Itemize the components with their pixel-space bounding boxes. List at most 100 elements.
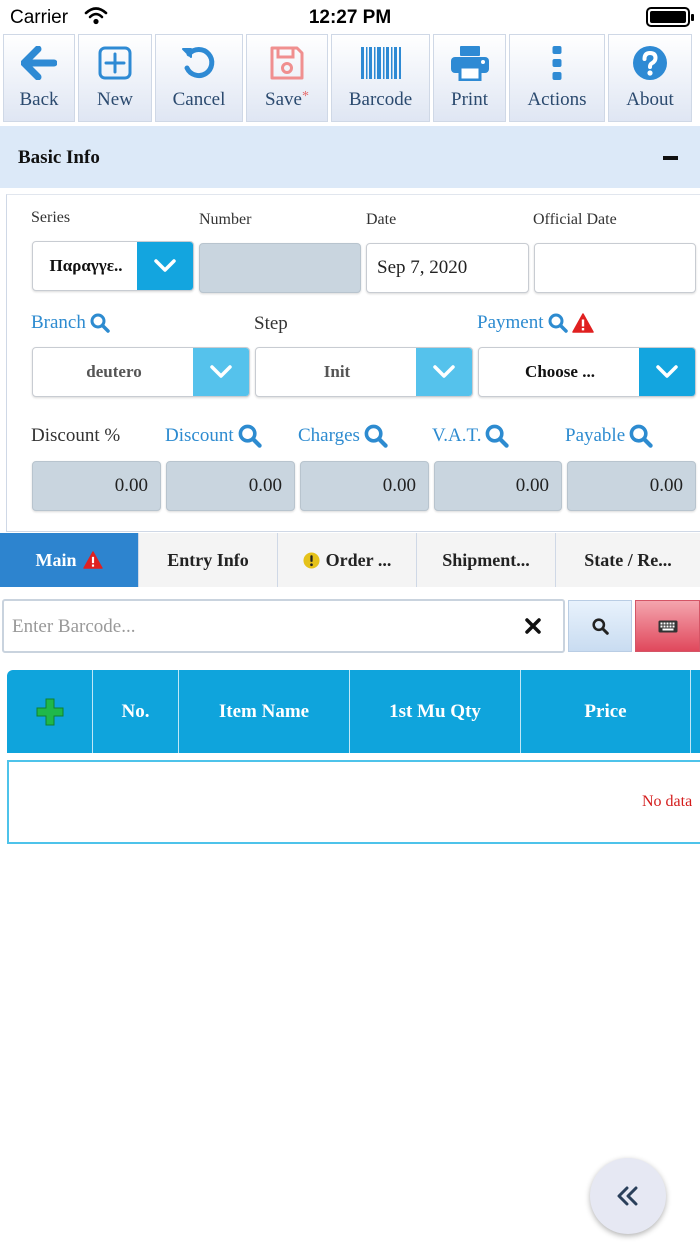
- barcode-label: Barcode: [348, 89, 413, 110]
- discount-lookup[interactable]: Discount: [165, 424, 262, 448]
- new-label: New: [97, 89, 133, 110]
- charges-lookup[interactable]: Charges: [298, 424, 388, 448]
- clock: 12:27 PM: [308, 7, 392, 28]
- actions-button[interactable]: Actions: [509, 34, 605, 122]
- toolbar: Back New Cancel Save* Barcode Print Acti…: [0, 34, 700, 124]
- number-label: Number: [199, 211, 252, 228]
- charges-value: 0.00: [382, 475, 416, 496]
- chevron-down-icon[interactable]: [137, 242, 193, 290]
- collapse-menu-button[interactable]: [590, 1158, 666, 1234]
- column-header[interactable]: No.: [93, 670, 179, 753]
- arrow-left-icon: [21, 43, 57, 83]
- payable-field: 0.00: [567, 461, 696, 511]
- official-date-field[interactable]: [534, 243, 696, 293]
- barcode-button[interactable]: Barcode: [331, 34, 430, 122]
- discount-value: 0.00: [248, 475, 282, 496]
- step-select[interactable]: Init: [255, 347, 473, 397]
- search-icon: [238, 424, 262, 448]
- unsaved-mark: *: [301, 89, 309, 104]
- about-button[interactable]: About: [608, 34, 692, 122]
- barcode-icon: [360, 43, 402, 83]
- step-label: Step: [254, 313, 288, 334]
- date-value: Sep 7, 2020: [377, 257, 468, 278]
- basic-info-header[interactable]: Basic Info: [0, 126, 700, 188]
- cancel-button[interactable]: Cancel: [155, 34, 243, 122]
- clear-icon[interactable]: [525, 618, 541, 639]
- vat-lookup[interactable]: V.A.T.: [432, 424, 510, 448]
- keyboard-button[interactable]: [635, 600, 700, 652]
- double-chevron-left-icon: [617, 1186, 638, 1206]
- payment-label: Payment: [477, 312, 544, 333]
- tab-shipment[interactable]: Shipment...: [417, 533, 556, 587]
- search-icon: [364, 424, 388, 448]
- vertical-dots-icon: [551, 43, 563, 83]
- search-icon: [629, 424, 653, 448]
- discount-pct-field: 0.00: [32, 461, 161, 511]
- step-value: Init: [323, 362, 351, 381]
- column-header[interactable]: 1st Mu Qty: [350, 670, 521, 753]
- undo-icon: [180, 43, 218, 83]
- actions-label: Actions: [527, 89, 587, 110]
- tab-main[interactable]: Main: [0, 533, 139, 587]
- date-field[interactable]: Sep 7, 2020: [366, 243, 529, 293]
- search-icon: [486, 424, 510, 448]
- exclamation-circle-icon: [303, 551, 320, 569]
- question-circle-icon: [632, 43, 668, 83]
- battery-icon: [646, 7, 694, 27]
- payable-lookup[interactable]: Payable: [565, 424, 653, 448]
- branch-select[interactable]: deutero: [32, 347, 250, 397]
- tab-state[interactable]: State / Re...: [556, 533, 700, 587]
- vat-value: 0.00: [515, 475, 549, 496]
- barcode-search-button[interactable]: [568, 600, 632, 652]
- vat-field: 0.00: [434, 461, 562, 511]
- official-date-label: Official Date: [533, 211, 617, 228]
- save-button[interactable]: Save*: [246, 34, 328, 122]
- branch-value: deutero: [86, 362, 142, 381]
- cancel-label: Cancel: [172, 89, 226, 110]
- column-header[interactable]: Price: [521, 670, 691, 753]
- tab-bar: Main Entry Info Order ... Shipment... St…: [0, 533, 700, 587]
- payment-select[interactable]: Choose ...: [478, 347, 696, 397]
- collapse-icon[interactable]: [663, 156, 678, 160]
- chevron-down-icon[interactable]: [416, 348, 472, 396]
- search-icon: [591, 617, 609, 635]
- tab-entry-info[interactable]: Entry Info: [139, 533, 278, 587]
- series-select[interactable]: Παραγγε..: [32, 241, 194, 291]
- tab-entry-info-label: Entry Info: [167, 549, 249, 570]
- save-label: Save: [265, 89, 302, 110]
- tab-main-label: Main: [35, 549, 77, 570]
- chevron-down-icon[interactable]: [639, 348, 695, 396]
- status-bar: Carrier 12:27 PM: [0, 0, 700, 34]
- basic-info-panel: Series Number Date Official Date Παραγγε…: [6, 194, 700, 532]
- back-label: Back: [19, 89, 59, 110]
- charges-label: Charges: [298, 425, 360, 446]
- plus-square-icon: [98, 43, 132, 83]
- number-field: [199, 243, 361, 293]
- charges-field: 0.00: [300, 461, 429, 511]
- about-label: About: [626, 89, 674, 110]
- chevron-down-icon[interactable]: [193, 348, 249, 396]
- add-row-button[interactable]: [7, 670, 93, 753]
- print-label: Print: [451, 89, 488, 110]
- series-label: Series: [31, 209, 71, 226]
- payment-value: Choose ...: [525, 362, 595, 381]
- branch-label: Branch: [31, 312, 86, 333]
- tab-order[interactable]: Order ...: [278, 533, 417, 587]
- search-icon: [90, 313, 110, 333]
- branch-lookup[interactable]: Branch: [31, 312, 110, 334]
- barcode-input[interactable]: [12, 613, 492, 641]
- column-header[interactable]: Item Name: [179, 670, 350, 753]
- print-button[interactable]: Print: [433, 34, 506, 122]
- printer-icon: [450, 43, 490, 83]
- search-icon: [548, 313, 568, 333]
- empty-message: No data: [642, 793, 693, 810]
- back-button[interactable]: Back: [3, 34, 75, 122]
- barcode-box: [2, 599, 565, 653]
- new-button[interactable]: New: [78, 34, 152, 122]
- payable-label: Payable: [565, 425, 626, 446]
- payment-lookup[interactable]: Payment: [477, 312, 594, 334]
- keyboard-icon: [658, 620, 677, 632]
- tab-order-label: Order ...: [325, 549, 392, 570]
- discount-field: 0.00: [166, 461, 295, 511]
- tab-state-label: State / Re...: [584, 549, 672, 570]
